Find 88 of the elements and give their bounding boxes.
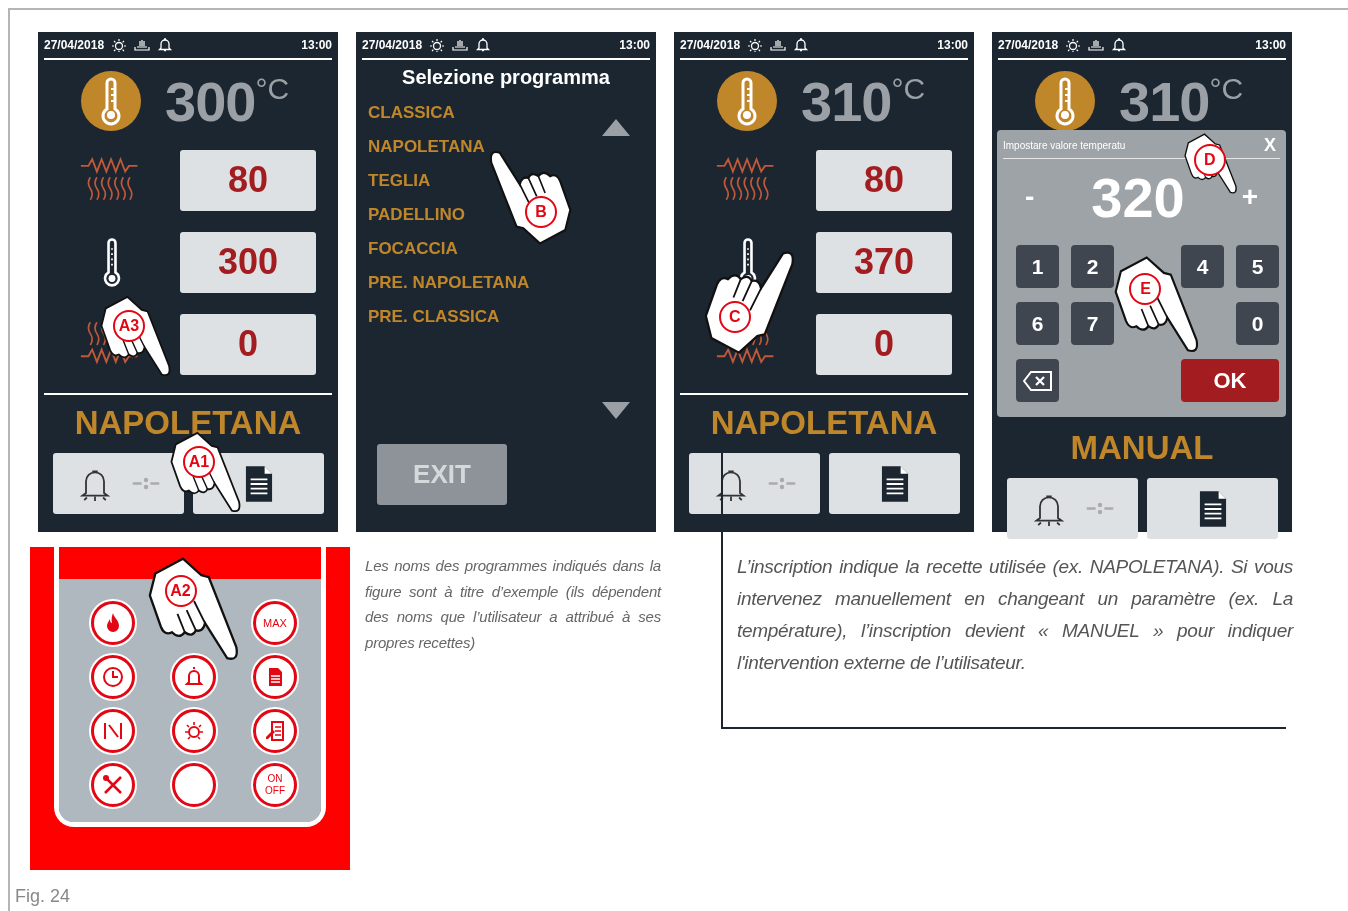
status-time: 13:00 [619,38,650,52]
backspace-icon [1022,370,1053,391]
bell-icon [157,38,174,52]
screen-title: Selezione programma [401,66,611,89]
max-label: MAX [263,617,287,629]
program-item[interactable]: TEGLIA [368,167,431,195]
recipe-button[interactable] [1147,478,1278,539]
status-date: 27/04/2018 [362,38,423,52]
program-item[interactable]: PADELLINO [368,201,465,229]
on-off-label: ON OFF [265,773,285,797]
digit-key[interactable]: 1 [1016,245,1059,288]
panel-key[interactable] [91,709,135,753]
panel-key[interactable] [172,655,216,699]
status-date: 27/04/2018 [998,38,1059,52]
bell-icon [475,38,492,52]
panel-key[interactable]: ON OFF [253,763,297,807]
status-date: 27/04/2018 [680,38,741,52]
alarm-button[interactable] [689,453,820,514]
steam-tray-icon [452,38,469,52]
thermometer-icon [717,71,777,131]
figure-label: Fig. 24 [15,886,72,907]
timer-dots-icon [130,477,161,490]
program-item[interactable]: PRE. CLASSICA [368,303,500,331]
thermometer-icon [1035,71,1095,131]
status-time: 13:00 [301,38,332,52]
backspace-button[interactable] [1016,359,1059,402]
panel-key[interactable] [91,763,135,807]
value-button[interactable]: 370 [816,231,952,293]
document-icon [1198,489,1227,528]
document-icon [880,464,909,503]
recipe-name: NAPOLETANA [73,403,303,443]
temperature-unit: °C [891,72,926,106]
digit-key[interactable]: 6 [1016,302,1059,345]
digit-key[interactable]: 7 [1071,302,1114,345]
status-date: 27/04/2018 [44,38,105,52]
temperature-reading: 310 [1119,68,1210,134]
ok-button[interactable]: OK [1181,359,1279,402]
status-time: 13:00 [1255,38,1286,52]
value-button[interactable]: 80 [816,149,952,211]
recipe-name: MANUAL [1069,428,1215,468]
dialog-title: Impostare valore temperatu [1003,139,1126,151]
scroll-up-icon[interactable] [602,119,630,136]
panel-key[interactable] [253,655,297,699]
timer-dots-icon [766,477,797,490]
alarm-button[interactable] [53,453,184,514]
bell-icon [793,38,810,52]
panel-key[interactable] [253,709,297,753]
program-item[interactable]: NAPOLETANA [368,133,485,161]
explanation-text: L’inscription indique la recette utilisée (ex. NAPOLETANA). Si vous intervenez manuellement en changeant un paramètre (ex. La température), l’inscription devient « MANUEL » pour indiquer l'intervention externe de l’utilisateur. [737,555,1293,675]
set-value: 320 [1091,164,1185,230]
bell-icon [1111,38,1128,52]
thermometer-icon [81,71,141,131]
lamp-icon [1065,38,1082,52]
steam-tray-icon [770,38,787,52]
digit-key[interactable]: 0 [1236,302,1279,345]
program-item[interactable]: FOCACCIA [368,235,458,263]
digit-key[interactable]: 4 [1181,245,1224,288]
value-button[interactable]: 300 [180,231,316,293]
status-time: 13:00 [937,38,968,52]
timer-dots-icon [1084,502,1115,515]
recipe-button[interactable] [829,453,960,514]
panel-key[interactable]: MAX [253,601,297,645]
panel-key[interactable] [172,763,216,807]
value-button[interactable]: 0 [180,313,316,375]
digit-key[interactable]: 5 [1236,245,1279,288]
lamp-icon [429,38,446,52]
temperature-unit: °C [255,72,290,106]
program-item[interactable]: PRE. NAPOLETANA [368,269,530,297]
steam-tray-icon [1088,38,1105,52]
panel-key[interactable] [172,709,216,753]
clock-icon [101,665,125,689]
recipe-name: NAPOLETANA [709,403,939,443]
value-button[interactable]: 80 [180,149,316,211]
panel-key[interactable] [91,655,135,699]
panel-key[interactable] [91,601,135,645]
temperature-reading: 300 [165,68,256,134]
lamp-icon [747,38,764,52]
digit-key[interactable]: 2 [1071,245,1114,288]
value-button[interactable]: 0 [816,313,952,375]
document-icon [244,464,273,503]
caption-text: Les noms des programmes indiqués dans la figure sont à titre d’exemple (ils dépendent des noms que l’utilisateur a attribué à ses propres recettes) [365,556,661,653]
program-item[interactable]: CLASSICA [368,99,455,127]
temperature-unit: °C [1209,72,1244,106]
steam-tray-icon [134,38,151,52]
lamp-icon [111,38,128,52]
edit-document-icon [263,719,287,743]
scroll-down-icon[interactable] [602,402,630,419]
temperature-reading: 310 [801,68,892,134]
